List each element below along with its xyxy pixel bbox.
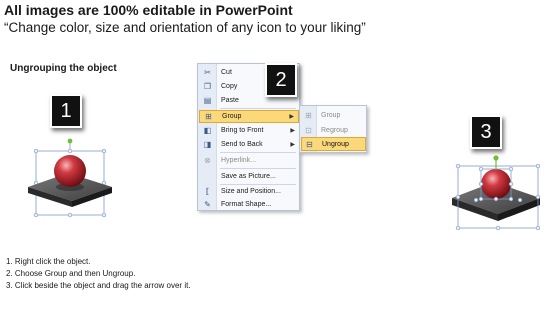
menu-separator (220, 168, 296, 169)
group-icon: ⊞ (305, 110, 312, 120)
bring-to-front-icon: ◧ (203, 126, 212, 135)
menu-item-size-and-position[interactable]: ⟦ Size and Position... (199, 185, 299, 198)
menu-item-save-as-picture[interactable]: Save as Picture... (199, 170, 299, 183)
submenu-arrow-icon: ▶ (289, 114, 294, 120)
rotation-handle[interactable] (493, 155, 499, 161)
paste-icon: ▤ (203, 96, 212, 105)
step-2: 2. Choose Group and then Ungroup. (6, 269, 136, 278)
section-label: Ungrouping the object (10, 63, 117, 74)
submenu-item-ungroup[interactable]: ⊟ Ungroup (301, 137, 366, 151)
menu-item-label: Send to Back (221, 141, 263, 148)
cut-icon: ✂ (204, 68, 211, 77)
format-shape-icon: ✎ (204, 200, 211, 209)
red-sphere (54, 155, 86, 187)
save-as-picture-icon (199, 170, 216, 183)
grouped-object-figure[interactable] (20, 135, 120, 220)
menu-item-group[interactable]: ⊞ Group ▶ (199, 110, 299, 123)
menu-item-label: Size and Position... (221, 188, 281, 195)
copy-icon: ❐ (203, 82, 212, 91)
menu-separator (220, 152, 296, 153)
submenu-item-label: Group (321, 111, 341, 119)
menu-item-label: Format Shape... (221, 201, 272, 208)
step-3: 3. Click beside the object and drag the … (6, 281, 191, 290)
page-title: All images are 100% editable in PowerPoi… (4, 2, 293, 18)
menu-item-bring-to-front[interactable]: ◧ Bring to Front ▶ (199, 124, 299, 137)
menu-item-label: Copy (221, 83, 238, 90)
menu-separator (220, 108, 296, 109)
send-to-back-icon: ◨ (203, 140, 212, 149)
menu-item-label: Paste (221, 97, 239, 104)
step-badge-1: 1 (50, 94, 82, 128)
menu-item-label: Group (222, 113, 242, 120)
menu-item-format-shape[interactable]: ✎ Format Shape... (199, 198, 299, 211)
regroup-icon: ⊡ (305, 125, 312, 135)
step-badge-2: 2 (265, 63, 297, 97)
menu-item-label: Bring to Front (221, 127, 264, 134)
red-sphere[interactable] (481, 169, 511, 199)
menu-item-hyperlink[interactable]: ⊗ Hyperlink... (199, 154, 299, 167)
ungrouped-object-figure[interactable] (446, 152, 546, 237)
hyperlink-icon: ⊗ (204, 156, 211, 165)
submenu-item-regroup[interactable]: ⊡ Regroup (301, 123, 366, 137)
rotation-handle[interactable] (67, 138, 73, 144)
step-badge-3: 3 (470, 115, 502, 149)
menu-item-label: Cut (221, 69, 232, 76)
page-subtitle: “Change color, size and orientation of a… (4, 20, 366, 35)
menu-item-label: Save as Picture... (221, 173, 276, 180)
submenu-item-label: Regroup (321, 126, 348, 134)
instruction-steps: 1. Right click the object. 2. Choose Gro… (6, 256, 191, 292)
group-submenu: ⊞ Group ⊡ Regroup ⊟ Ungroup (299, 105, 367, 153)
group-icon: ⊞ (205, 112, 212, 121)
submenu-arrow-icon: ▶ (290, 128, 295, 134)
ungroup-icon: ⊟ (306, 139, 313, 149)
menu-item-send-to-back[interactable]: ◨ Send to Back ▶ (199, 138, 299, 151)
submenu-item-label: Ungroup (322, 140, 349, 148)
submenu-arrow-icon: ▶ (290, 142, 295, 148)
menu-item-label: Hyperlink... (221, 157, 257, 164)
size-position-icon: ⟦ (205, 187, 210, 196)
step-1: 1. Right click the object. (6, 257, 91, 266)
submenu-item-group[interactable]: ⊞ Group (301, 108, 366, 122)
